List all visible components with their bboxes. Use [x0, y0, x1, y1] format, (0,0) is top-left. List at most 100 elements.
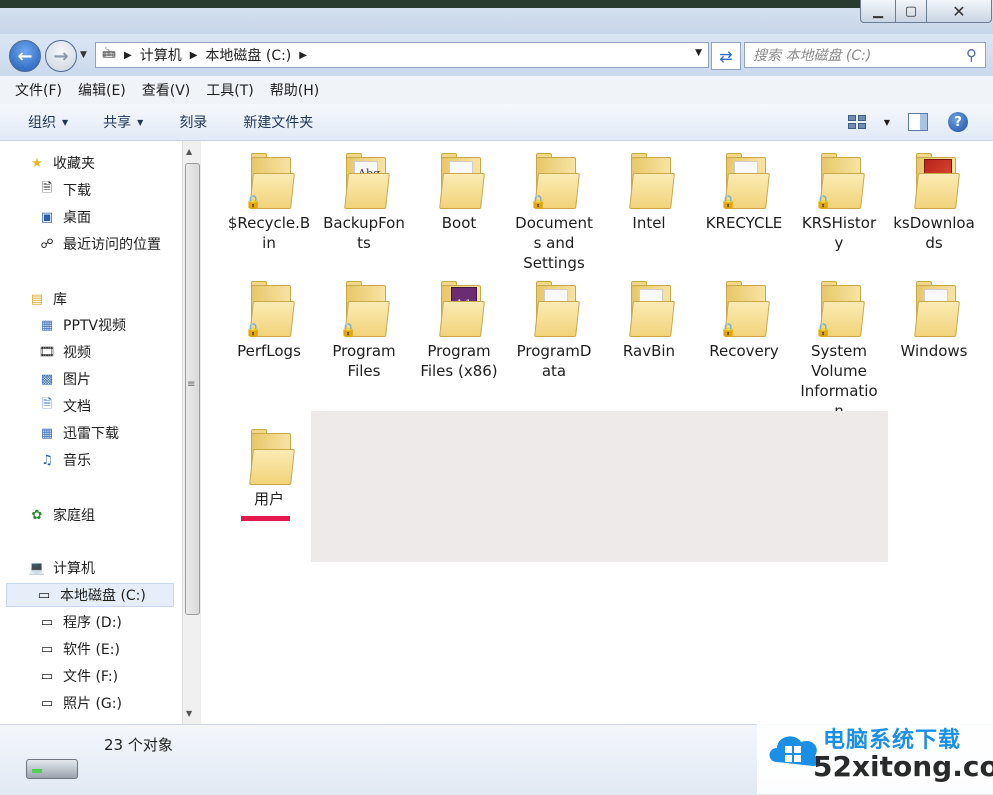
sidebar-libraries[interactable]: ▤ 库	[28, 289, 67, 309]
menu-view[interactable]: 查看(V)	[142, 80, 191, 100]
breadcrumb-computer[interactable]: 计算机 ▶	[140, 45, 206, 65]
folder-icon: 🔒	[340, 279, 390, 338]
sidebar-item-pptv[interactable]: ▦ PPTV视频	[38, 315, 126, 335]
drive-icon: ▭	[37, 587, 51, 603]
burn-button[interactable]: 刻录	[179, 112, 207, 132]
sidebar-item-drive-d[interactable]: ▭ 程序 (D:)	[38, 612, 122, 632]
sidebar-homegroup[interactable]: ✿ 家庭组	[28, 505, 95, 525]
address-bar[interactable]: 🖮 ▶ 计算机 ▶ 本地磁盘 (C:) ▶ ▼	[95, 42, 709, 68]
file-name: Boot	[441, 214, 477, 232]
help-icon[interactable]: ?	[948, 112, 968, 132]
file-item[interactable]: ksDownloa ds	[890, 151, 978, 253]
file-name: ksDownloa ds	[893, 214, 975, 252]
file-item[interactable]: Boot	[415, 151, 503, 233]
file-item[interactable]: 🔒 System Volume Informatio n	[795, 279, 883, 421]
file-item[interactable]: 🔒 $Recycle.B in	[225, 151, 313, 253]
file-item[interactable]: Windows	[890, 279, 978, 361]
menu-bar: 文件(F) 编辑(E) 查看(V) 工具(T) 帮助(H)	[0, 76, 993, 105]
sidebar-favorites[interactable]: ★ 收藏夹	[28, 153, 95, 173]
search-input[interactable]: 搜索 本地磁盘 (C:)	[753, 45, 966, 65]
view-options-icon[interactable]	[847, 115, 866, 129]
lock-icon: 🔒	[720, 195, 737, 210]
navigation-pane: ★ 收藏夹 🗎 下载 ▣ 桌面 ☍ 最近访问的位置 ▤ 库 ▦ PPTV视频 🎞 视频 ▩ 图片…	[0, 141, 182, 724]
library-icon: ▤	[30, 291, 44, 307]
folder-icon	[912, 279, 960, 337]
sidebar-item-desktop[interactable]: ▣ 桌面	[38, 207, 91, 227]
search-icon[interactable]: ⚲	[966, 46, 977, 64]
refresh-button[interactable]: ⇄	[711, 42, 741, 70]
lock-icon: 🔒	[245, 195, 262, 210]
maximize-button[interactable]: ▢	[895, 0, 927, 23]
file-item[interactable]: Intel	[605, 151, 693, 233]
sidebar-item-downloads[interactable]: 🗎 下载	[38, 180, 91, 200]
drive-icon: ▭	[40, 641, 54, 657]
document-icon: 🗎	[41, 397, 53, 412]
file-item[interactable]: 用户	[225, 427, 313, 509]
drive-icon: 🖮	[102, 46, 116, 62]
scroll-grip-icon: ≡	[187, 379, 196, 390]
file-item[interactable]: RavBin	[605, 279, 693, 361]
organize-button[interactable]: 组织 ▼	[28, 112, 68, 132]
address-dropdown-icon[interactable]: ▼	[695, 48, 702, 58]
lock-icon: 🔒	[720, 323, 737, 338]
sidebar-item-drive-c[interactable]: ▭ 本地磁盘 (C:)	[6, 583, 174, 607]
title-bar: ▁ ▢ ✕	[0, 0, 993, 34]
lock-icon: 🔒	[815, 195, 832, 210]
file-name: Program Files (x86)	[420, 342, 498, 380]
command-bar: 组织 ▼ 共享 ▼ 刻录 新建文件夹 ▼ ?	[0, 104, 993, 141]
sidebar-item-pictures[interactable]: ▩ 图片	[38, 369, 91, 389]
sidebar-item-drive-e[interactable]: ▭ 软件 (E:)	[38, 639, 120, 659]
forward-button[interactable]: →	[45, 40, 77, 72]
sidebar-item-drive-g[interactable]: ▭ 照片 (G:)	[38, 693, 122, 713]
breadcrumb-separator-icon[interactable]: ▶	[190, 50, 198, 61]
download-library-icon: ▦	[40, 425, 54, 441]
breadcrumb-separator-icon[interactable]: ▶	[299, 50, 307, 61]
scroll-up-icon[interactable]: ▲	[186, 147, 192, 156]
sidebar-item-xunlei[interactable]: ▦ 迅雷下载	[38, 423, 119, 443]
file-item[interactable]: 1:1 Program Files (x86)	[415, 279, 503, 381]
sidebar-item-music[interactable]: ♫ 音乐	[38, 450, 91, 470]
file-item[interactable]: 🔒 Program Files	[320, 279, 408, 381]
file-item[interactable]: ProgramD ata	[510, 279, 598, 381]
menu-help[interactable]: 帮助(H)	[270, 80, 319, 100]
minimize-button[interactable]: ▁	[860, 0, 896, 23]
film-icon: 🎞	[38, 344, 56, 360]
scroll-down-icon[interactable]: ▼	[186, 709, 192, 718]
sidebar-item-documents[interactable]: 🗎 文档	[38, 396, 91, 416]
sidebar-item-drive-f[interactable]: ▭ 文件 (F:)	[38, 666, 118, 686]
recent-pages-dropdown[interactable]: ▼	[80, 50, 87, 60]
menu-tools[interactable]: 工具(T)	[206, 80, 253, 100]
file-item[interactable]: 🔒 Document s and Settings	[510, 151, 598, 273]
share-button[interactable]: 共享 ▼	[103, 112, 143, 132]
new-folder-button[interactable]: 新建文件夹	[243, 112, 313, 132]
folder-icon: 🔒	[530, 151, 580, 210]
video-library-icon: ▦	[40, 317, 54, 333]
view-dropdown-icon[interactable]: ▼	[884, 118, 890, 127]
breadcrumb-separator-icon[interactable]: ▶	[124, 50, 132, 61]
file-name: ProgramD ata	[516, 342, 592, 380]
file-name: Program Files	[332, 342, 396, 380]
drive-icon: ▭	[40, 614, 54, 630]
chevron-down-icon: ▼	[62, 117, 69, 127]
sidebar-item-videos[interactable]: 🎞 视频	[38, 342, 91, 362]
file-item[interactable]: 🔒 KRECYCLE	[700, 151, 788, 233]
menu-file[interactable]: 文件(F)	[15, 80, 62, 100]
watermark-url: 52xitong.com	[813, 750, 993, 783]
breadcrumb-local-disk[interactable]: 本地磁盘 (C:) ▶	[205, 45, 315, 65]
sidebar-item-recent-places[interactable]: ☍ 最近访问的位置	[38, 234, 161, 254]
sidebar-computer[interactable]: 💻 计算机	[28, 558, 95, 578]
menu-edit[interactable]: 编辑(E)	[78, 80, 126, 100]
file-name: KRECYCLE	[705, 214, 783, 232]
file-item[interactable]: 🔒 KRSHistor y	[795, 151, 883, 253]
search-box[interactable]: 搜索 本地磁盘 (C:) ⚲	[744, 42, 986, 68]
file-name: Windows	[900, 342, 968, 360]
back-button[interactable]: ←	[9, 40, 41, 72]
folder-icon: 🔒	[245, 279, 295, 338]
preview-pane-icon[interactable]	[908, 113, 928, 131]
sidebar-scrollbar[interactable]: ▲ ≡ ▼	[182, 141, 201, 724]
file-item[interactable]: Abg BackupFon ts	[320, 151, 408, 253]
close-button[interactable]: ✕	[926, 0, 992, 23]
file-name: Document s and Settings	[515, 214, 593, 272]
file-item[interactable]: 🔒 PerfLogs	[225, 279, 313, 361]
file-item[interactable]: 🔒 Recovery	[700, 279, 788, 361]
